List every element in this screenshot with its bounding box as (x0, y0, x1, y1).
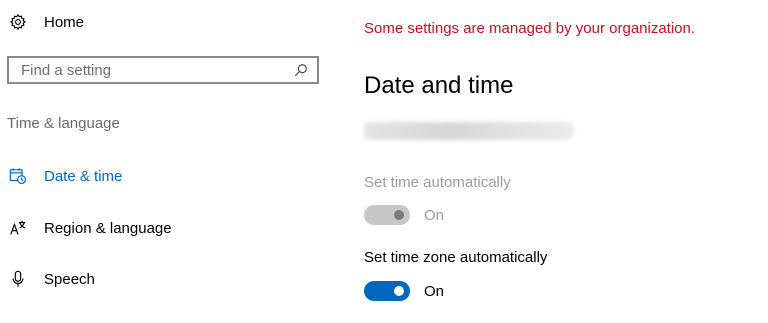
org-managed-notice: Some settings are managed by your organi… (364, 20, 696, 37)
main-content: Some settings are managed by your organi… (364, 0, 764, 323)
toggle-knob (394, 286, 404, 296)
search-box (7, 56, 319, 84)
sidebar-item-label: Speech (44, 270, 95, 288)
sidebar-item-speech[interactable]: Speech (8, 265, 95, 293)
set-timezone-auto-state: On (424, 282, 445, 300)
sidebar-item-region-language[interactable]: Region & language (8, 214, 172, 242)
set-time-auto-label: Set time automatically (364, 174, 511, 191)
language-icon (8, 218, 28, 238)
sidebar-item-label: Date & time (44, 167, 123, 185)
sidebar-item-date-time[interactable]: Date & time (8, 162, 122, 190)
set-time-auto-row: On (364, 204, 444, 226)
section-heading: Time & language (7, 115, 120, 132)
page-title: Date and time (364, 72, 514, 99)
search-input[interactable] (9, 58, 293, 82)
set-timezone-auto-row: On (364, 280, 444, 302)
set-timezone-auto-toggle[interactable] (364, 281, 410, 301)
home-label: Home (44, 13, 85, 31)
set-time-auto-toggle[interactable] (364, 205, 410, 225)
toggle-knob (394, 210, 404, 220)
current-time-blurred (364, 122, 574, 140)
set-timezone-auto-label: Set time zone automatically (364, 249, 548, 266)
gear-icon (8, 12, 28, 32)
settings-window: Home Time & language (0, 0, 768, 323)
home-button[interactable]: Home (8, 8, 84, 36)
sidebar: Home Time & language (0, 0, 330, 323)
set-time-auto-state: On (424, 206, 445, 224)
calendar-clock-icon (8, 166, 28, 186)
search-icon[interactable] (293, 62, 309, 78)
sidebar-item-label: Region & language (44, 219, 172, 237)
microphone-icon (8, 269, 28, 289)
